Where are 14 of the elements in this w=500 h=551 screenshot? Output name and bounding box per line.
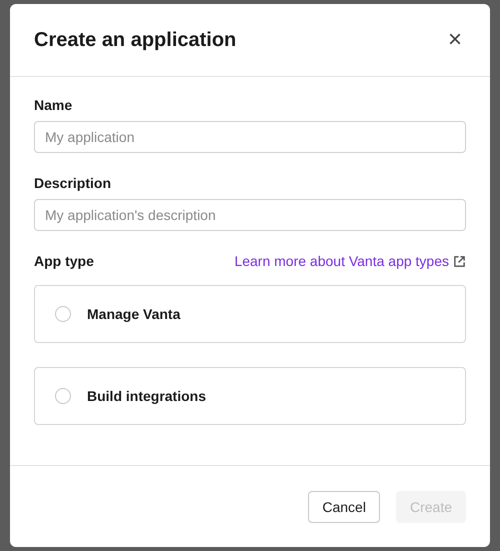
cancel-button[interactable]: Cancel (308, 490, 380, 522)
input-field[interactable]: My application (34, 121, 466, 153)
close-button[interactable]: × (444, 28, 466, 52)
dialog-title: Create an application (34, 28, 236, 52)
field-label: Name (34, 97, 74, 113)
learn-more-link[interactable]: Learn more about Vanta app types (234, 253, 466, 269)
field-label: App type (34, 253, 94, 269)
app-type-option[interactable]: Manage Vanta (34, 285, 466, 343)
input-field[interactable]: My application's description (34, 199, 466, 231)
radio-button[interactable] (55, 388, 71, 404)
external-link-icon (453, 254, 466, 268)
radio-button[interactable] (55, 306, 71, 322)
field-label: Description (34, 175, 112, 191)
app-type-option[interactable]: Build integrations (34, 367, 466, 425)
